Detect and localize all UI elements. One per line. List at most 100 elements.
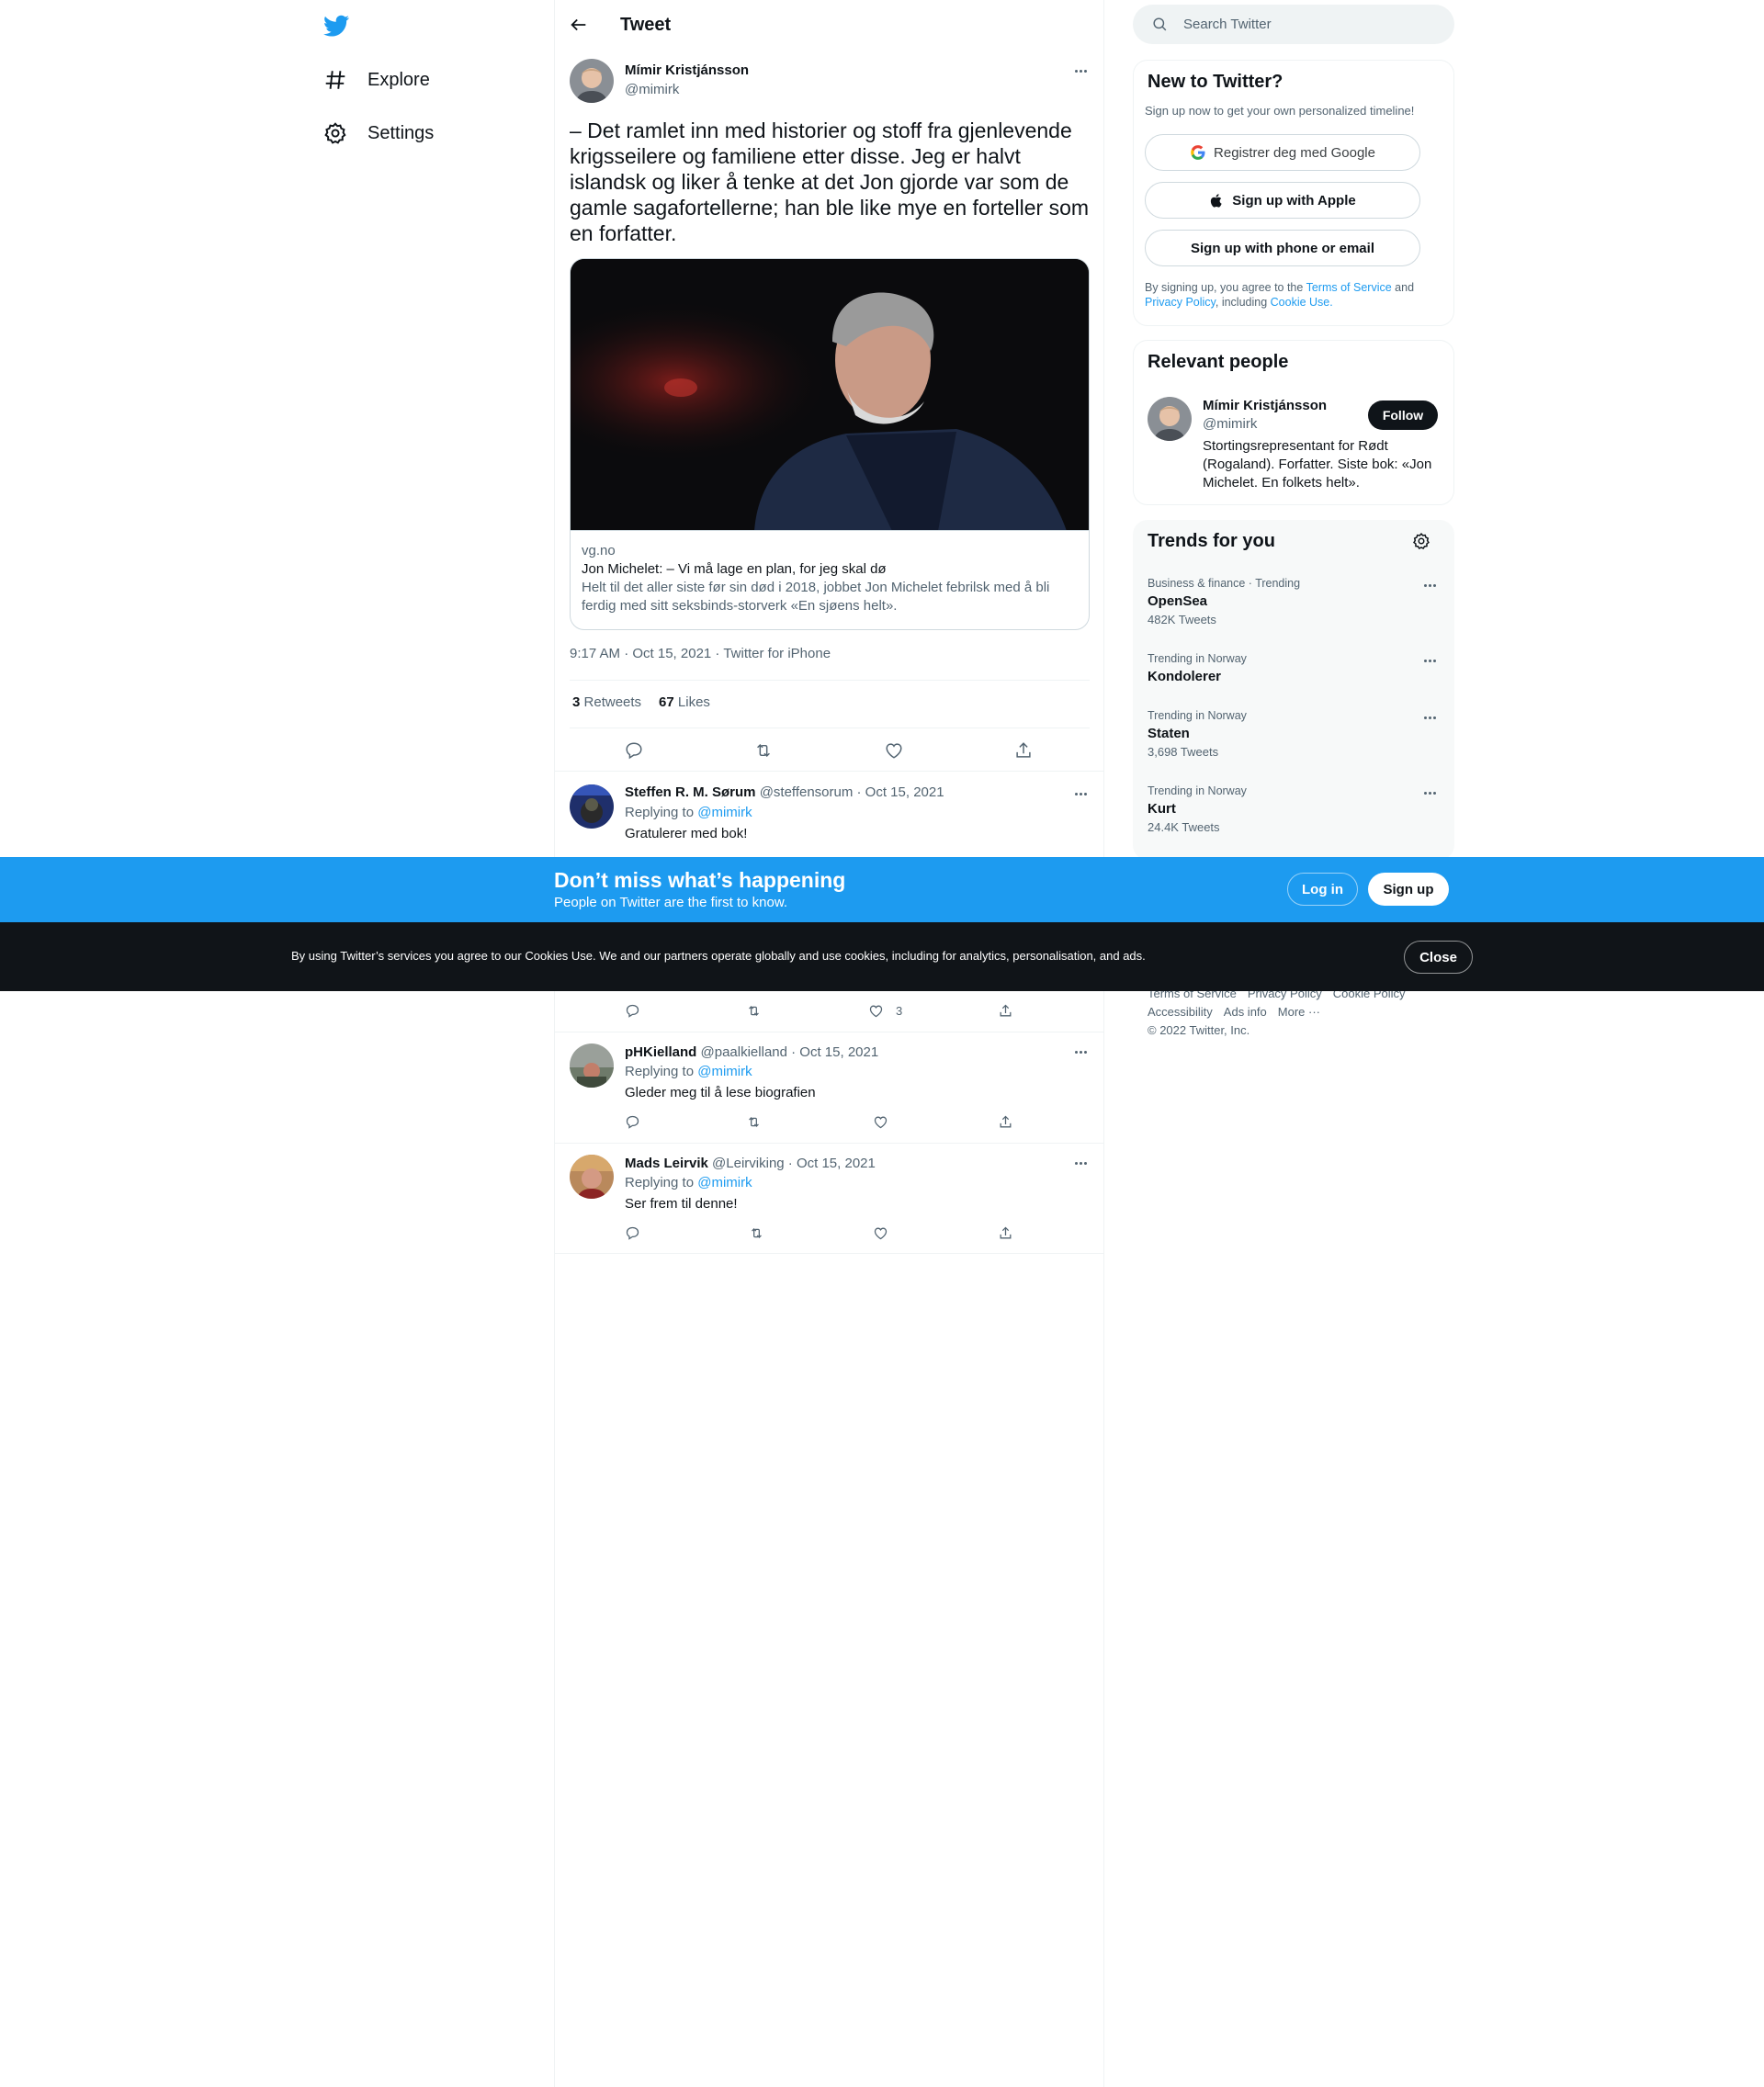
retweet-icon[interactable]	[749, 1225, 764, 1241]
reply-handle-date[interactable]: @paalkielland · Oct 15, 2021	[701, 1044, 879, 1060]
like-button[interactable]: 3	[868, 1003, 902, 1019]
replying-to: Replying to @mimirk	[625, 1064, 752, 1079]
tweet-text: – Det ramlet inn med historier og stoff …	[570, 118, 1090, 245]
likes-count: 67	[659, 694, 674, 710]
replying-to: Replying to @mimirk	[625, 805, 752, 820]
like-icon[interactable]	[873, 1114, 888, 1130]
close-button[interactable]: Close	[1404, 941, 1473, 974]
apple-signup-label: Sign up with Apple	[1232, 192, 1356, 209]
new-to-twitter-subtitle: Sign up now to get your own personalized…	[1145, 104, 1415, 118]
banner-title: Don’t miss what’s happening	[554, 868, 846, 892]
search-input[interactable]	[1183, 17, 1422, 32]
google-signup-label: Registrer deg med Google	[1214, 144, 1375, 161]
likes-label: Likes	[677, 694, 710, 710]
reply-author-name[interactable]: pHKielland	[625, 1044, 696, 1060]
like-icon	[868, 1003, 884, 1019]
cookie-text: By using Twitter’s services you agree to…	[291, 949, 1146, 963]
reply-icon[interactable]	[624, 740, 644, 761]
trend-item[interactable]: Trending in Norway Kurt 24.4K Tweets	[1148, 782, 1247, 837]
trend-more-icon[interactable]	[1419, 575, 1440, 595]
divider	[555, 771, 1104, 772]
reply-text: Ser frem til denne!	[625, 1196, 738, 1212]
person-handle[interactable]: @mimirk	[1203, 416, 1257, 432]
like-icon[interactable]	[884, 740, 904, 761]
back-arrow-icon[interactable]	[569, 15, 589, 35]
footer-link[interactable]: More ···	[1278, 1003, 1320, 1021]
reply-author-name[interactable]: Steffen R. M. Sørum	[625, 784, 756, 800]
reply-handle-date[interactable]: @Leirviking · Oct 15, 2021	[712, 1156, 876, 1171]
apple-icon	[1209, 193, 1225, 209]
share-icon[interactable]	[998, 1003, 1013, 1019]
reply-handle-date[interactable]: @steffensorum · Oct 15, 2021	[760, 784, 944, 800]
reply-avatar[interactable]	[570, 1044, 614, 1088]
retweet-icon[interactable]	[746, 1003, 762, 1019]
banner-subtitle: People on Twitter are the first to know.	[554, 895, 788, 910]
terms-link[interactable]: Terms of Service	[1306, 281, 1392, 294]
author-name[interactable]: Mímir Kristjánsson	[625, 62, 749, 78]
nav-explore[interactable]: Explore	[323, 62, 430, 98]
trend-more-icon[interactable]	[1419, 650, 1440, 671]
share-icon[interactable]	[998, 1114, 1013, 1130]
author-handle[interactable]: @mimirk	[625, 82, 679, 97]
reply-text: Gleder meg til å lese biografien	[625, 1085, 816, 1100]
signup-banner: Don’t miss what’s happening People on Tw…	[0, 857, 1764, 922]
more-options-icon[interactable]	[1070, 1153, 1091, 1173]
person-name[interactable]: Mímir Kristjánsson	[1203, 398, 1327, 413]
reply-icon[interactable]	[625, 1003, 640, 1019]
tweet-stats: 3 Retweets 67 Likes	[572, 694, 710, 710]
like-icon[interactable]	[873, 1225, 888, 1241]
footer-link[interactable]: Ads info	[1224, 1003, 1267, 1021]
more-options-icon[interactable]	[1070, 784, 1091, 804]
share-icon[interactable]	[1013, 740, 1034, 761]
retweet-icon[interactable]	[746, 1114, 762, 1130]
trend-item[interactable]: Business & finance · Trending OpenSea 48…	[1148, 574, 1300, 629]
trends-settings-icon[interactable]	[1412, 532, 1430, 550]
privacy-link[interactable]: Privacy Policy	[1145, 296, 1216, 309]
replying-to-link[interactable]: @mimirk	[697, 1175, 752, 1190]
signup-button[interactable]: Sign up	[1368, 873, 1449, 906]
trend-context: Trending in Norway	[1148, 652, 1247, 665]
trend-more-icon[interactable]	[1419, 707, 1440, 728]
tweet-meta[interactable]: 9:17 AM · Oct 15, 2021 · Twitter for iPh…	[570, 646, 831, 661]
trend-name: Kondolerer	[1148, 669, 1222, 684]
nav-settings[interactable]: Settings	[323, 115, 434, 152]
twitter-logo-icon[interactable]	[322, 13, 352, 39]
more-options-icon[interactable]	[1070, 1042, 1091, 1062]
link-card[interactable]: vg.no Jon Michelet: – Vi må lage en plan…	[570, 258, 1090, 630]
author-avatar[interactable]	[570, 59, 614, 103]
reply-avatar[interactable]	[570, 784, 614, 829]
retweets-count: 3	[572, 694, 581, 710]
reply-icon[interactable]	[625, 1225, 640, 1241]
replying-to-link[interactable]: @mimirk	[697, 805, 752, 820]
reply-avatar[interactable]	[570, 1155, 614, 1199]
search-bar[interactable]	[1133, 5, 1454, 44]
footer-link[interactable]: Accessibility	[1148, 1003, 1213, 1021]
more-options-icon[interactable]	[1070, 61, 1091, 81]
likes-stat[interactable]: 67 Likes	[659, 694, 710, 710]
copyright: © 2022 Twitter, Inc.	[1148, 1023, 1250, 1037]
google-icon	[1190, 144, 1206, 161]
trend-count: 3,698 Tweets	[1148, 745, 1219, 759]
retweets-stat[interactable]: 3 Retweets	[572, 694, 641, 710]
share-icon[interactable]	[998, 1225, 1013, 1241]
relevant-people-title: Relevant people	[1148, 352, 1289, 372]
trend-count: 24.4K Tweets	[1148, 820, 1220, 834]
reply-author-name[interactable]: Mads Leirvik	[625, 1156, 708, 1171]
trend-item[interactable]: Trending in Norway Kondolerer	[1148, 649, 1247, 686]
login-button[interactable]: Log in	[1287, 873, 1358, 906]
trend-item[interactable]: Trending in Norway Staten 3,698 Tweets	[1148, 706, 1247, 761]
reply-icon[interactable]	[625, 1114, 640, 1130]
phone-signup-button[interactable]: Sign up with phone or email	[1145, 230, 1420, 266]
search-icon	[1151, 16, 1169, 33]
google-signup-button[interactable]: Registrer deg med Google	[1145, 134, 1420, 171]
replying-to-link[interactable]: @mimirk	[697, 1064, 752, 1079]
trend-more-icon[interactable]	[1419, 783, 1440, 803]
divider	[570, 680, 1090, 681]
apple-signup-button[interactable]: Sign up with Apple	[1145, 182, 1420, 219]
cookie-link[interactable]: Cookie Use.	[1271, 296, 1333, 309]
follow-button[interactable]: Follow	[1368, 400, 1438, 430]
person-avatar[interactable]	[1148, 397, 1192, 441]
retweet-icon[interactable]	[753, 740, 774, 761]
reply-header: pHKielland @paalkielland · Oct 15, 2021	[625, 1044, 878, 1060]
new-to-twitter-title: New to Twitter?	[1148, 72, 1283, 92]
